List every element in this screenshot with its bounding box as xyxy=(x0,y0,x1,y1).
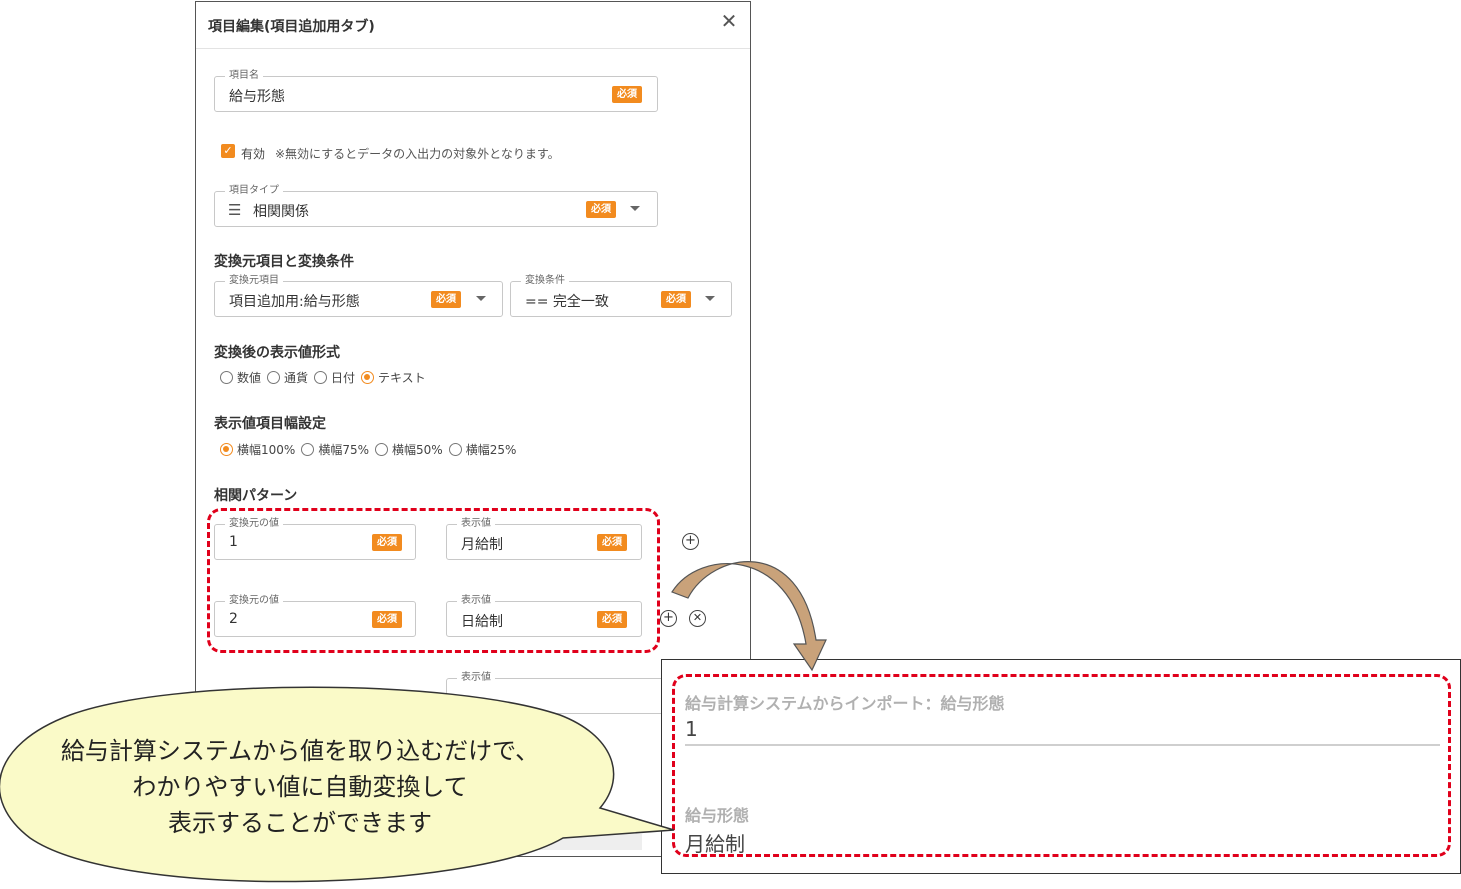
callout-line-3: 表示することができます xyxy=(168,809,432,837)
callout-line-1: 給与計算システムから値を取り込むだけで、 xyxy=(60,737,540,765)
callout-line-2: わかりやすい値に自動変換して xyxy=(132,773,468,801)
callout-text: 給与計算システムから値を取り込むだけで、 わかりやすい値に自動変換して 表示する… xyxy=(30,733,570,841)
curved-arrow xyxy=(671,561,827,672)
